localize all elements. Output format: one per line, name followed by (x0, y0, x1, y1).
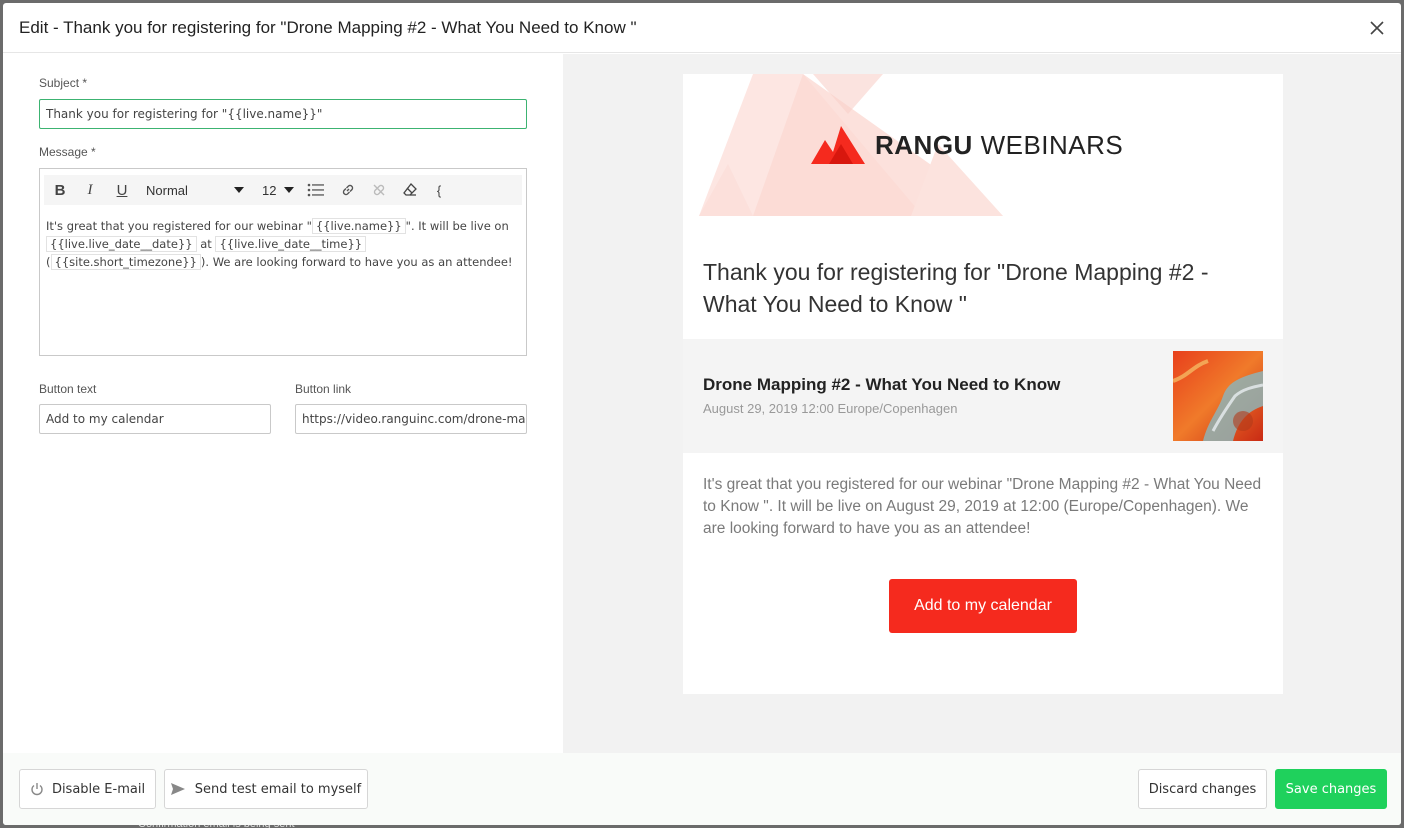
button-link-input[interactable]: https://video.ranguinc.com/drone-mapping (295, 404, 527, 434)
email-preview: RANGU WEBINARS Thank you for registering… (683, 74, 1283, 694)
close-icon[interactable] (1367, 18, 1387, 38)
email-preview-pane: RANGU WEBINARS Thank you for registering… (563, 54, 1401, 753)
message-label: Message * (39, 145, 96, 159)
message-editor[interactable]: B I U Normal 12 {It's great that you re… (39, 168, 527, 356)
event-thumbnail-image (1173, 351, 1263, 441)
message-text: ". It will be live on (405, 219, 509, 233)
modal-footer: Disable E-mail Send test email to myself… (3, 753, 1401, 825)
mountain-logo-icon (811, 126, 865, 164)
size-select-value: 12 (262, 182, 277, 198)
editor-toolbar: B I U Normal 12 { (44, 175, 522, 205)
extra-tool-button[interactable]: { (432, 180, 446, 200)
size-select[interactable]: 12 (262, 180, 294, 200)
button-text-input[interactable]: Add to my calendar (39, 404, 271, 434)
modal-title: Edit - Thank you for registering for "Dr… (19, 18, 637, 37)
subject-input[interactable]: Thank you for registering for "{{live.na… (39, 99, 527, 129)
send-icon (170, 783, 185, 795)
button-link-label: Button link (295, 382, 352, 396)
email-body-text: It's great that you registered for our w… (703, 476, 1262, 537)
format-select-value: Normal (146, 182, 188, 198)
underline-button[interactable]: U (114, 180, 130, 200)
power-icon (31, 783, 43, 796)
add-to-calendar-button[interactable]: Add to my calendar (889, 579, 1077, 633)
message-variable-tag: {{live.name}} (311, 218, 406, 234)
format-select[interactable]: Normal (146, 180, 244, 200)
unlink-icon[interactable] (369, 180, 389, 200)
message-variable-tag: {{live.live_date__date}} (46, 236, 197, 252)
italic-button[interactable]: I (82, 180, 98, 200)
email-form-pane: Subject * Thank you for registering for … (3, 54, 563, 753)
modal-header: Edit - Thank you for registering for "Dr… (3, 3, 1401, 53)
button-text-label: Button text (39, 382, 97, 396)
bold-button[interactable]: B (52, 180, 68, 200)
discard-changes-button[interactable]: Discard changes (1138, 769, 1267, 809)
email-hero-banner: RANGU WEBINARS (683, 74, 1283, 216)
disable-email-label: Disable E-mail (51, 781, 146, 797)
message-variable-tag: {{live.live_date__time}} (215, 236, 367, 252)
chevron-down-icon (234, 187, 244, 193)
brand-wordmark: RANGU WEBINARS (875, 129, 1124, 160)
chevron-down-icon (284, 187, 294, 193)
event-card: Drone Mapping #2 - What You Need to Know… (683, 339, 1283, 453)
message-text: It's great that you registered for our w… (46, 219, 312, 233)
rangu-logo: RANGU WEBINARS (811, 126, 1123, 164)
message-text: at (196, 237, 216, 251)
send-test-email-button[interactable]: Send test email to myself (164, 769, 368, 809)
save-changes-button[interactable]: Save changes (1275, 769, 1387, 809)
subject-label: Subject * (39, 76, 88, 90)
event-title: Drone Mapping #2 - What You Need to Know (703, 375, 1061, 394)
bullet-list-icon[interactable] (306, 180, 326, 200)
event-date: August 29, 2019 12:00 Europe/Copenhagen (703, 401, 958, 416)
message-text: ). We are looking forward to have you as… (200, 255, 513, 269)
send-test-label: Send test email to myself (194, 781, 362, 797)
eraser-icon[interactable] (400, 180, 420, 200)
message-text: ( (46, 255, 51, 269)
edit-email-modal: Edit - Thank you for registering for "Dr… (3, 3, 1401, 825)
message-body[interactable]: It's great that you registered for our w… (46, 217, 522, 271)
message-variable-tag: {{site.short_timezone}} (50, 254, 201, 270)
disable-email-button[interactable]: Disable E-mail (19, 769, 156, 809)
email-heading: Thank you for registering for "Drone Map… (703, 259, 1209, 317)
link-icon[interactable] (338, 180, 358, 200)
